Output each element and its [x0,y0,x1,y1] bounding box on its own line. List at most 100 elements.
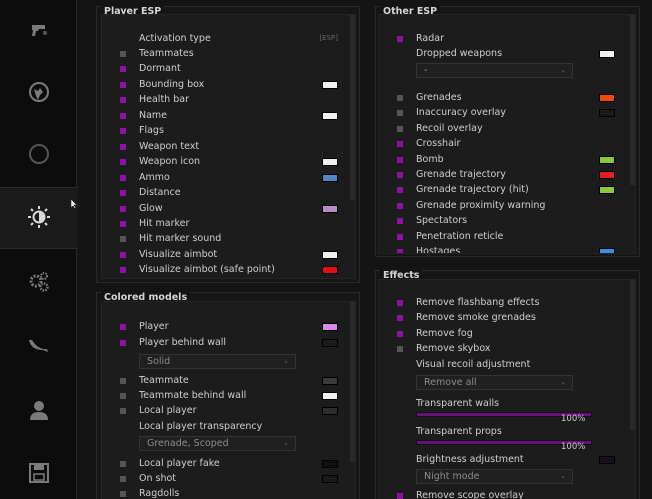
visualize-aimbot-safe-point-color-swatch[interactable] [322,266,338,275]
tab-config[interactable] [0,443,77,499]
tab-misc-circle[interactable] [0,124,77,186]
hostages-checkbox[interactable] [397,249,403,253]
spectators-checkbox[interactable] [397,218,403,225]
material-dropdown[interactable]: Solid ⌄ [139,354,296,369]
grenade-trajectory-hit-row[interactable]: Grenade trajectory (hit) [379,183,624,196]
bomb-color-swatch[interactable] [599,155,615,164]
distance-row[interactable]: Distance [102,186,347,199]
grenade-trajectory-checkbox[interactable] [397,172,403,178]
grenade-proximity-warning-row[interactable]: Grenade proximity warning [379,199,624,212]
teammate-checkbox[interactable] [120,378,126,384]
grenade-trajectory-hit-color-swatch[interactable] [599,186,615,195]
recoil-overlay-row[interactable]: Recoil overlay [379,122,624,135]
name-color-swatch[interactable] [322,111,338,120]
bounding-box-row[interactable]: Bounding box [102,78,347,91]
player-behind-wall-row[interactable]: Player behind wall [102,336,342,349]
teammate-color-swatch[interactable] [322,377,338,385]
scrollbar[interactable] [630,280,635,430]
visualize-aimbot-safe-point-checkbox[interactable] [120,267,126,274]
teammates-row[interactable]: Teammates [102,47,347,60]
health-bar-row[interactable]: Health bar [102,93,347,106]
remove-fog-checkbox[interactable] [397,330,403,337]
distance-checkbox[interactable] [120,190,126,197]
hit-marker-checkbox[interactable] [120,220,126,227]
crosshair-row[interactable]: Crosshair [379,137,624,150]
grenades-row[interactable]: Grenades [379,91,624,104]
scrollbar[interactable] [350,302,355,462]
name-row[interactable]: Name [102,109,347,122]
bomb-checkbox[interactable] [397,156,403,163]
inaccuracy-overlay-checkbox[interactable] [397,110,403,117]
weapon-text-checkbox[interactable] [120,143,126,150]
spectators-row[interactable]: Spectators [379,214,624,227]
penetration-reticle-row[interactable]: Penetration reticle [379,230,624,243]
inaccuracy-overlay-color-swatch[interactable] [599,109,615,118]
player-checkbox[interactable] [120,324,126,330]
ammo-checkbox[interactable] [120,174,126,181]
weapon-icon-row[interactable]: Weapon icon [102,155,347,168]
remove-fog-row[interactable]: Remove fog [379,327,624,340]
crosshair-checkbox[interactable] [397,141,403,148]
remove-smoke-grenades-row[interactable]: Remove smoke grenades [379,311,624,324]
tab-visuals[interactable] [0,187,78,249]
glow-checkbox[interactable] [120,205,126,212]
visualize-aimbot-checkbox[interactable] [120,251,126,258]
teammate-behind-wall-color-swatch[interactable] [322,392,338,400]
bomb-row[interactable]: Bomb [379,153,624,166]
local-player-fake-color-swatch[interactable] [322,460,338,468]
transparency-dropdown[interactable]: Grenade, Scoped ⌄ [139,436,296,451]
visualize-aimbot-row[interactable]: Visualize aimbot [102,248,347,261]
bounding-box-color-swatch[interactable] [322,80,338,89]
grenade-trajectory-color-swatch[interactable] [599,171,615,179]
player-color-swatch[interactable] [322,323,338,331]
health-bar-checkbox[interactable] [120,97,126,104]
recoil-overlay-checkbox[interactable] [397,125,403,132]
teammate-behind-wall-checkbox[interactable] [120,393,126,399]
remove-smoke-grenades-checkbox[interactable] [397,315,403,322]
local-player-fake-row[interactable]: Local player fake [102,457,342,470]
player-row[interactable]: Player [102,320,342,333]
ragdolls-row[interactable]: Ragdolls [102,487,342,499]
grenade-trajectory-hit-checkbox[interactable] [397,187,403,194]
remove-scope-overlay-row[interactable]: Remove scope overlay [379,489,619,499]
weapon-icon-color-swatch[interactable] [322,158,338,167]
dropped-weapons-dropdown[interactable]: - ⌄ [416,63,573,78]
tab-skins[interactable] [0,315,77,377]
teammate-row[interactable]: Teammate [102,374,342,387]
visualize-aimbot-safe-point-row[interactable]: Visualize aimbot (safe point) [102,263,347,276]
name-checkbox[interactable] [120,112,126,119]
grenade-proximity-warning-checkbox[interactable] [397,202,403,209]
player-behind-wall-color-swatch[interactable] [322,339,338,347]
visual-recoil-dropdown[interactable]: Remove all ⌄ [416,375,573,390]
remove-skybox-row[interactable]: Remove skybox [379,342,624,355]
inaccuracy-overlay-row[interactable]: Inaccuracy overlay [379,106,624,119]
teammate-behind-wall-row[interactable]: Teammate behind wall [102,389,342,402]
glow-color-swatch[interactable] [322,204,338,213]
tab-settings[interactable] [0,252,77,314]
flags-checkbox[interactable] [120,128,126,135]
remove-skybox-checkbox[interactable] [397,345,403,352]
penetration-reticle-checkbox[interactable] [397,233,403,240]
visualize-aimbot-color-swatch[interactable] [322,250,338,259]
grenades-color-swatch[interactable] [599,94,615,102]
brightness-row[interactable]: Brightness adjustment [379,453,619,466]
dormant-checkbox[interactable] [120,66,126,73]
radar-row[interactable]: Radar [379,32,624,45]
hit-marker-row[interactable]: Hit marker [102,217,347,230]
dropped-weapons-row[interactable]: Dropped weapons [379,47,624,60]
grenades-checkbox[interactable] [397,95,403,101]
brightness-dropdown[interactable]: Night mode ⌄ [416,469,573,484]
brightness-color-swatch[interactable] [599,456,615,464]
remove-flashbang-effects-row[interactable]: Remove flashbang effects [379,296,624,309]
weapon-text-row[interactable]: Weapon text [102,140,347,153]
teammates-checkbox[interactable] [120,51,126,57]
weapon-icon-checkbox[interactable] [120,159,126,166]
hostages-row[interactable]: Hostages [379,245,624,253]
ammo-row[interactable]: Ammo [102,171,347,184]
on-shot-row[interactable]: On shot [102,472,342,485]
scrollbar[interactable] [630,15,635,185]
tab-players[interactable] [0,380,77,442]
local-player-row[interactable]: Local player [102,404,342,417]
ragdolls-checkbox[interactable] [120,491,126,497]
hit-marker-sound-checkbox[interactable] [120,236,126,243]
